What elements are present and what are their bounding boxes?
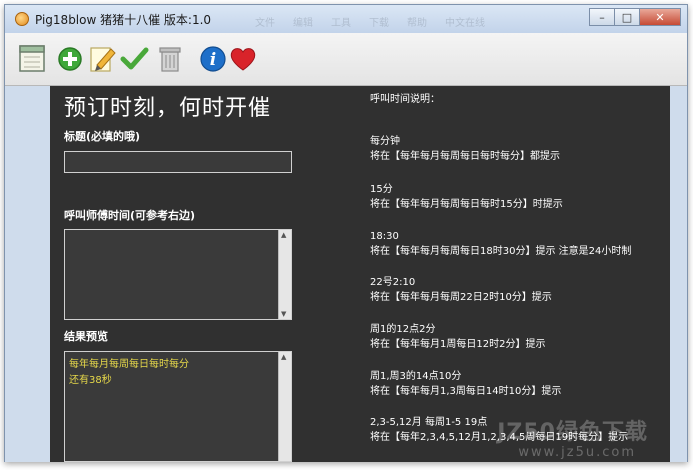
faded-menu-item: 文件 bbox=[255, 18, 275, 29]
help-item: 18:30 将在【每年每月每周每日18时30分】提示 注意是24小时制 bbox=[370, 229, 631, 259]
help-example: 18:30 bbox=[370, 231, 399, 242]
close-button[interactable]: ✕ bbox=[639, 8, 681, 26]
calendar-icon[interactable] bbox=[17, 43, 47, 73]
help-description: 将在【每年每月1周每日12时2分】提示 bbox=[370, 339, 546, 350]
app-window: Pig18blow 猪猪十八催 版本:1.0 文件 编辑 工具 下载 帮助 中文… bbox=[4, 4, 688, 462]
time-label: 呼叫师傅时间(可参考右边) bbox=[64, 209, 196, 222]
minimize-button[interactable]: – bbox=[589, 8, 615, 26]
add-icon[interactable] bbox=[55, 43, 85, 73]
window-right-margin bbox=[670, 86, 687, 462]
watermark-url: www.jz5u.com bbox=[518, 445, 636, 460]
help-item: 周1的12点2分 将在【每年每月1周每日12时2分】提示 bbox=[370, 322, 545, 352]
help-example: 22号2:10 bbox=[370, 277, 416, 288]
info-icon[interactable]: i bbox=[198, 43, 228, 73]
app-logo-icon bbox=[15, 12, 29, 26]
faded-menu-item: 下载 bbox=[369, 18, 389, 29]
preview-textarea[interactable]: 每年每月每周每日每时每分 还有38秒 ▲ bbox=[64, 351, 292, 462]
faded-menu-bar: 文件 编辑 工具 下载 帮助 中文在线 bbox=[255, 14, 485, 29]
help-description: 将在【每年每月每周每日每时每分】都提示 bbox=[370, 151, 560, 162]
help-description: 将在【每年每月每周22日2时10分】提示 bbox=[370, 292, 552, 303]
toolbar: i bbox=[5, 33, 687, 86]
watermark-logo: JZ50绿色下载 bbox=[497, 420, 648, 445]
help-example: 每分钟 bbox=[370, 136, 400, 147]
faded-menu-item: 工具 bbox=[331, 18, 351, 29]
preview-textarea-scrollbar[interactable]: ▲ bbox=[278, 352, 291, 461]
scroll-down-icon[interactable]: ▼ bbox=[281, 310, 286, 318]
help-description: 将在【每年每月每周每日18时30分】提示 注意是24小时制 bbox=[370, 246, 632, 257]
preview-line: 还有38秒 bbox=[69, 375, 112, 386]
title-label: 标题(必填的哦) bbox=[64, 130, 141, 143]
svg-text:i: i bbox=[210, 50, 216, 70]
window-left-margin bbox=[5, 86, 50, 462]
preview-line: 每年每月每周每日每时每分 bbox=[69, 359, 189, 370]
help-example: 15分 bbox=[370, 184, 393, 195]
window-controls: – □ ✕ bbox=[589, 8, 681, 26]
preview-label: 结果预览 bbox=[64, 330, 108, 343]
help-item: 22号2:10 将在【每年每月每周22日2时10分】提示 bbox=[370, 275, 552, 305]
help-example: 周1的12点2分 bbox=[370, 324, 436, 335]
help-title: 呼叫时间说明： bbox=[370, 94, 440, 105]
edit-icon[interactable] bbox=[87, 43, 117, 73]
main-panel: 预订时刻，何时开催 标题(必填的哦) 呼叫师傅时间(可参考右边) ▲ ▼ 结果预… bbox=[50, 86, 670, 462]
title-bar[interactable]: Pig18blow 猪猪十八催 版本:1.0 文件 编辑 工具 下载 帮助 中文… bbox=[5, 5, 687, 33]
faded-menu-item: 中文在线 bbox=[445, 18, 485, 29]
time-textarea[interactable]: ▲ ▼ bbox=[64, 229, 292, 320]
faded-menu-item: 帮助 bbox=[407, 18, 427, 29]
heart-icon[interactable] bbox=[228, 43, 258, 73]
help-item: 每分钟 将在【每年每月每周每日每时每分】都提示 bbox=[370, 134, 560, 164]
check-icon[interactable] bbox=[119, 43, 149, 73]
trash-icon[interactable] bbox=[155, 43, 185, 73]
page-title: 预订时刻，何时开催 bbox=[64, 96, 272, 121]
help-item: 周1,周3的14点10分 将在【每年每月1,3周每日14时10分】提示 bbox=[370, 369, 561, 399]
title-input[interactable] bbox=[64, 151, 292, 173]
help-description: 将在【每年每月1,3周每日14时10分】提示 bbox=[370, 386, 562, 397]
window-title: Pig18blow 猪猪十八催 版本:1.0 bbox=[35, 13, 212, 27]
help-item: 15分 将在【每年每月每周每日每时15分】时提示 bbox=[370, 182, 563, 212]
faded-menu-item: 编辑 bbox=[293, 18, 313, 29]
maximize-button[interactable]: □ bbox=[614, 8, 640, 26]
scroll-up-icon[interactable]: ▲ bbox=[281, 353, 286, 361]
help-example: 周1,周3的14点10分 bbox=[370, 371, 462, 382]
scroll-up-icon[interactable]: ▲ bbox=[281, 231, 286, 239]
time-textarea-scrollbar[interactable]: ▲ ▼ bbox=[278, 230, 291, 319]
help-description: 将在【每年每月每周每日每时15分】时提示 bbox=[370, 199, 563, 210]
